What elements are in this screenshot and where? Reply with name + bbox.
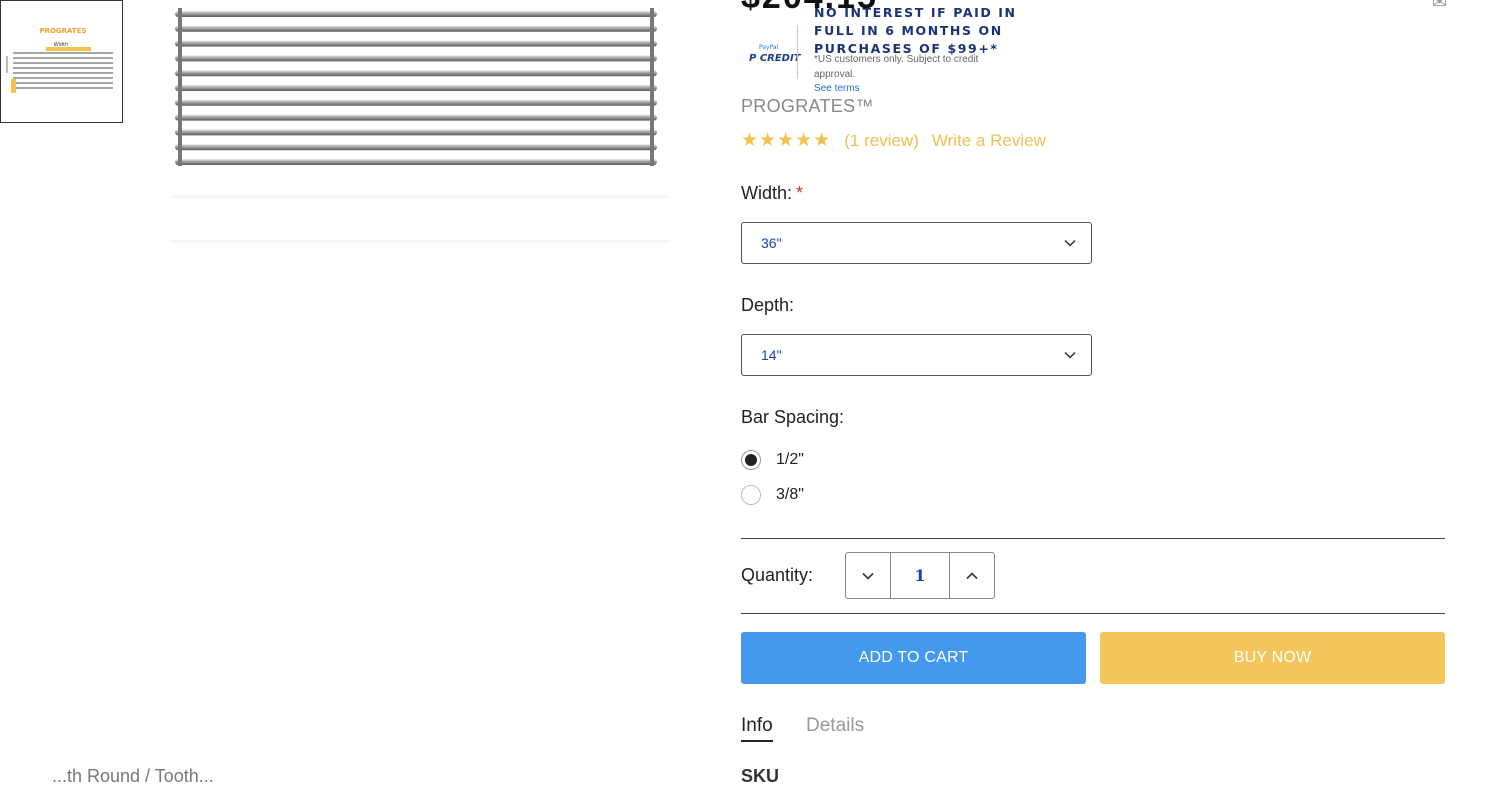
grate-bar <box>175 85 657 91</box>
quantity-increase-button[interactable] <box>950 553 994 598</box>
depth-select[interactable]: 14" <box>741 334 1092 376</box>
grate-bar <box>175 55 657 62</box>
width-selected-value: 36" <box>761 235 782 251</box>
paypal-terms-link[interactable]: See terms <box>814 83 860 92</box>
grate-bar <box>175 159 657 165</box>
quantity-input[interactable]: 1 <box>890 553 950 598</box>
star-rating: ★ ★ ★ ★ ★ <box>741 131 830 151</box>
add-to-cart-button[interactable]: ADD TO CART <box>741 632 1086 684</box>
bar-spacing-option-1-2[interactable]: 1/2" <box>741 450 804 470</box>
product-brand[interactable]: PROGRATES™ <box>741 96 874 117</box>
paypal-credit-logo: PayPal P CREDIT <box>749 44 801 64</box>
bar-spacing-option-3-8[interactable]: 3/8" <box>741 485 804 505</box>
grate-bar <box>175 144 657 151</box>
bar-spacing-label: Bar Spacing: <box>741 407 845 427</box>
star-icon: ★ <box>813 130 831 151</box>
buy-now-button[interactable]: BUY NOW <box>1100 632 1445 684</box>
grate-bar <box>175 114 657 121</box>
required-marker: * <box>796 183 804 203</box>
product-main-image[interactable] <box>140 0 680 260</box>
star-icon: ★ <box>759 130 777 151</box>
divider <box>741 538 1445 539</box>
thumbnail-image: PROGRATES Width <box>1 1 122 122</box>
related-text: ...th Round / Tooth... <box>52 766 214 786</box>
grate-bar <box>175 11 657 17</box>
thumbnail-label: Width <box>54 42 69 48</box>
star-icon: ★ <box>795 130 813 151</box>
quantity-label: Quantity: <box>741 565 814 585</box>
radio-button[interactable] <box>741 485 761 505</box>
sku-label: SKU <box>741 766 780 786</box>
star-icon: ★ <box>741 130 759 151</box>
radio-button[interactable] <box>741 450 761 470</box>
depth-label: Depth: <box>741 295 795 315</box>
radio-label: 1/2" <box>776 451 804 468</box>
radio-label: 3/8" <box>776 486 804 503</box>
paypal-divider <box>797 25 798 79</box>
grate-bar <box>175 70 657 77</box>
width-label: Width: * <box>741 183 804 203</box>
grate-bar <box>175 25 657 32</box>
chevron-down-icon <box>862 572 874 580</box>
chevron-up-icon <box>966 571 978 579</box>
chevron-down-icon <box>1064 351 1076 359</box>
tab-info[interactable]: Info <box>741 715 773 742</box>
paypal-credit-banner[interactable]: PayPal P CREDIT NO INTEREST IF PAID IN F… <box>741 0 1031 92</box>
chevron-down-icon <box>1064 239 1076 247</box>
grate-bar <box>175 99 657 106</box>
write-review-link[interactable]: Write a Review <box>932 131 1046 151</box>
quantity-decrease-button[interactable] <box>846 553 890 598</box>
quantity-stepper: 1 <box>845 552 995 599</box>
tab-details[interactable]: Details <box>806 715 864 737</box>
paypal-fine-print: *US customers only. Subject to credit ap… <box>814 54 979 80</box>
divider <box>741 613 1445 614</box>
paypal-headline: NO INTEREST IF PAID IN FULL IN 6 MONTHS … <box>814 5 1017 56</box>
share-icon[interactable]: ✉ <box>1432 0 1447 13</box>
grate-bar <box>175 129 657 136</box>
thumbnail-brand: PROGRATES <box>39 27 86 35</box>
product-thumbnail[interactable]: PROGRATES Width <box>0 0 123 123</box>
grate-bar <box>175 40 657 47</box>
width-select[interactable]: 36" <box>741 222 1092 264</box>
review-count-link[interactable]: (1 review) <box>844 131 919 151</box>
depth-selected-value: 14" <box>761 347 782 363</box>
rating-row: ★ ★ ★ ★ ★ (1 review) Write a Review <box>741 131 1046 151</box>
star-icon: ★ <box>777 130 795 151</box>
